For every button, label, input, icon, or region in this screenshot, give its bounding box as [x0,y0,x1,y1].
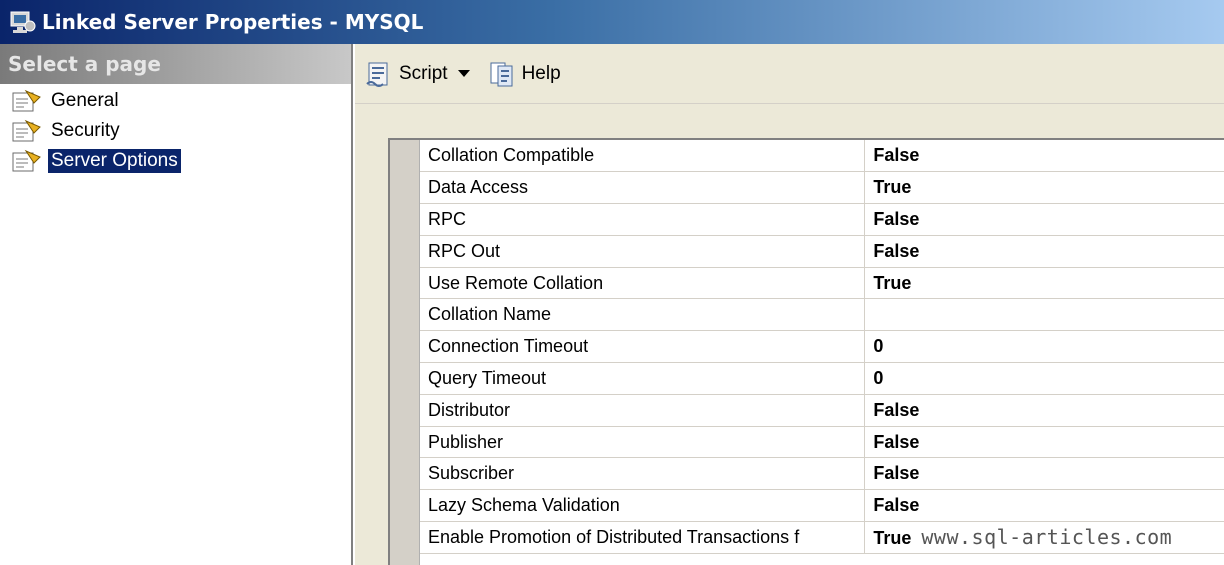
property-value[interactable] [864,298,1224,332]
help-button[interactable]: Help [488,60,561,88]
property-value[interactable]: 0 [864,362,1224,395]
page-properties-icon [12,149,42,173]
property-value[interactable]: 0 [864,330,1224,364]
page-properties-icon [12,89,42,113]
help-button-label: Help [521,62,561,84]
property-name: RPC [420,203,866,236]
property-grid-gutter [390,140,420,565]
property-name: Enable Promotion of Distributed Transact… [420,521,866,554]
script-button-label: Script [399,62,448,84]
property-grid: Collation Compatible False Data Access T… [388,138,1224,565]
property-value-cell[interactable]: True www.sql-articles.com [864,521,1224,554]
property-name: Collation Compatible [420,140,866,173]
property-name: Data Access [420,171,866,205]
table-row[interactable]: Connection Timeout 0 [420,330,1224,364]
script-icon [365,60,393,88]
property-table: Collation Compatible False Data Access T… [420,140,1224,554]
property-name: Collation Name [420,298,866,332]
table-row[interactable]: Use Remote Collation True [420,267,1224,300]
table-row[interactable]: Query Timeout 0 [420,362,1224,395]
property-name: Connection Timeout [420,330,866,364]
sidebar-item-label: General [51,90,119,111]
watermark-text: www.sql-articles.com [921,525,1173,550]
property-value[interactable]: False [864,457,1224,491]
title-bar: Linked Server Properties - MYSQL [0,0,1224,44]
property-name: Distributor [420,394,866,427]
property-name: RPC Out [420,235,866,268]
help-icon [488,60,516,88]
property-value: True [873,528,912,549]
table-row[interactable]: Publisher False [420,426,1224,459]
table-row[interactable]: Distributor False [420,394,1224,427]
page-properties-icon [12,119,42,143]
property-value[interactable]: False [864,140,1224,173]
sidebar-item-general[interactable]: General [0,86,351,116]
server-properties-icon [8,8,36,36]
property-value[interactable]: False [864,489,1224,523]
table-row[interactable]: Data Access True [420,171,1224,205]
table-row[interactable]: Lazy Schema Validation False [420,489,1224,523]
property-name: Use Remote Collation [420,267,866,300]
property-value[interactable]: True [864,171,1224,205]
table-row[interactable]: Enable Promotion of Distributed Transact… [420,521,1224,554]
property-name: Query Timeout [420,362,866,395]
table-row[interactable]: RPC False [420,203,1224,236]
sidebar-item-label: Security [51,120,120,141]
table-row[interactable]: RPC Out False [420,235,1224,268]
property-value[interactable]: False [864,235,1224,268]
property-value[interactable]: False [864,426,1224,459]
sidebar-item-security[interactable]: Security [0,116,351,146]
property-name: Subscriber [420,457,866,491]
script-button[interactable]: Script [365,60,476,88]
table-row[interactable]: Collation Compatible False [420,140,1224,173]
property-value[interactable]: False [864,203,1224,236]
window-title: Linked Server Properties - MYSQL [42,10,424,34]
table-row[interactable]: Collation Name [420,298,1224,332]
page-selector-pane: Select a page General Security Server Op… [0,44,353,565]
table-row[interactable]: Subscriber False [420,457,1224,491]
property-value[interactable]: True [864,267,1224,300]
chevron-down-icon[interactable] [457,70,470,77]
property-name: Publisher [420,426,866,459]
toolbar: Script Help [355,44,1224,104]
select-page-header: Select a page [0,44,351,84]
content-pane: Script Help Collation Compatible False D… [355,44,1224,565]
property-value[interactable]: False [864,394,1224,427]
sidebar-item-server-options[interactable]: Server Options [0,146,351,176]
sidebar-item-label: Server Options [48,149,181,173]
property-name: Lazy Schema Validation [420,489,866,523]
